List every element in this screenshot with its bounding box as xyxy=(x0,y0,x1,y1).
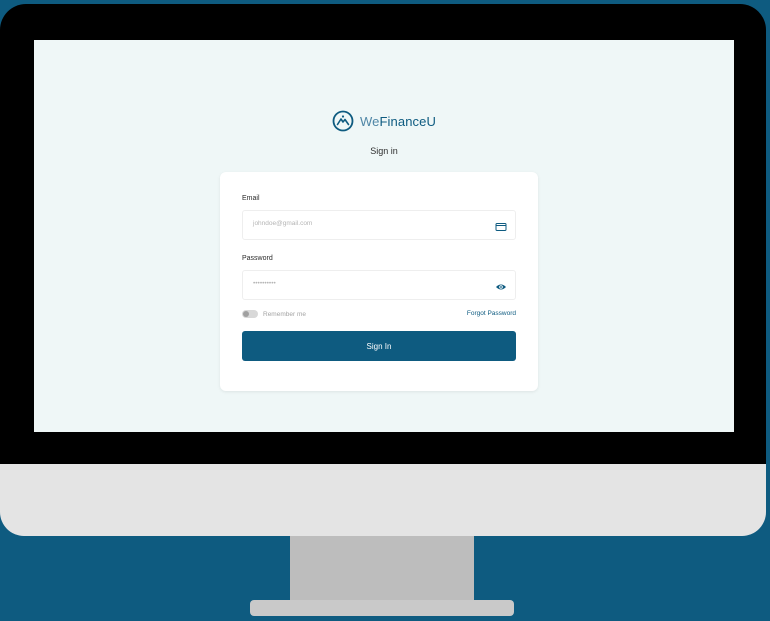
brand-name-prefix: We xyxy=(360,113,380,129)
mountain-circle-icon xyxy=(332,110,354,132)
sign-in-button[interactable]: Sign In xyxy=(242,331,516,361)
remember-me[interactable]: Remember me xyxy=(242,310,306,318)
password-value: •••••••••• xyxy=(253,280,276,287)
page-title: Sign in xyxy=(370,146,398,156)
remember-me-toggle[interactable] xyxy=(242,310,258,318)
monitor-stand-neck xyxy=(290,536,474,604)
brand-logo: WeFinanceU xyxy=(34,108,734,134)
sign-in-card: Email johndoe@gmail.com Password •••••••… xyxy=(220,172,538,391)
brand-name-suffix: FinanceU xyxy=(379,113,436,129)
eye-icon[interactable] xyxy=(495,280,507,292)
monitor-screen: WeFinanceU Sign in Email johndoe@gmail.c… xyxy=(34,40,734,432)
monitor-stand-base xyxy=(250,600,514,616)
monitor-chin xyxy=(0,464,766,536)
email-value: johndoe@gmail.com xyxy=(253,220,313,227)
brand-name: WeFinanceU xyxy=(360,114,436,129)
email-field[interactable]: johndoe@gmail.com xyxy=(242,210,516,240)
toggle-knob xyxy=(243,311,249,317)
email-label: Email xyxy=(242,195,260,202)
forgot-password-link[interactable]: Forgot Password xyxy=(467,310,516,317)
password-field[interactable]: •••••••••• xyxy=(242,270,516,300)
email-icon xyxy=(495,220,507,232)
password-label: Password xyxy=(242,255,273,262)
remember-me-label: Remember me xyxy=(263,310,306,318)
